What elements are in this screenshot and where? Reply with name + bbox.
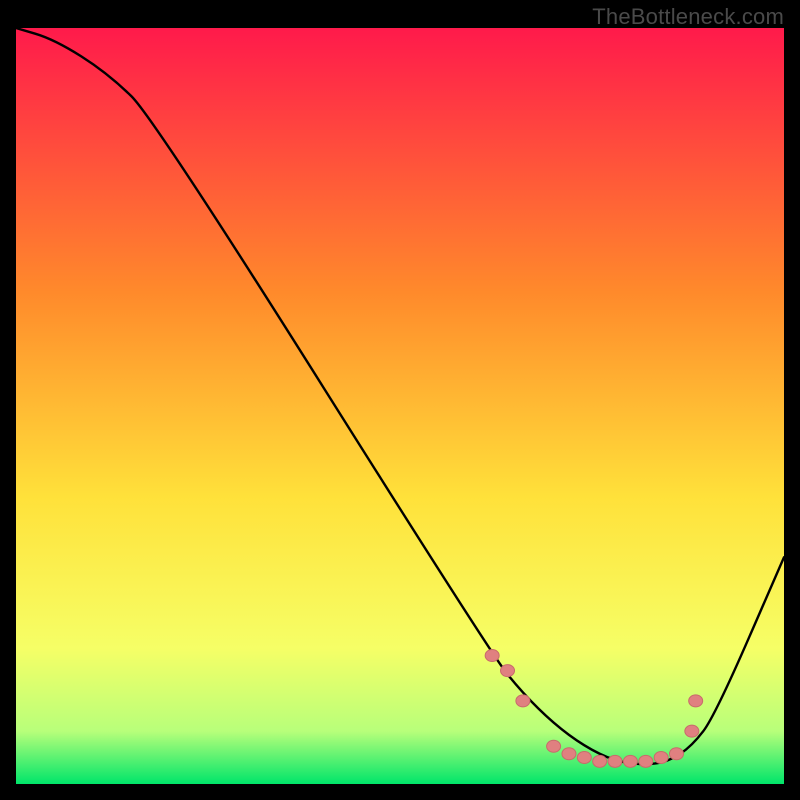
watermark-text: TheBottleneck.com bbox=[592, 4, 784, 30]
curve-marker bbox=[577, 752, 591, 764]
curve-marker bbox=[639, 755, 653, 767]
chart-frame: TheBottleneck.com bbox=[0, 0, 800, 800]
curve-marker bbox=[608, 755, 622, 767]
curve-marker bbox=[669, 748, 683, 760]
curve-marker bbox=[593, 755, 607, 767]
curve-marker bbox=[547, 740, 561, 752]
curve-marker bbox=[623, 755, 637, 767]
curve-marker bbox=[685, 725, 699, 737]
curve-marker bbox=[562, 748, 576, 760]
plot-area bbox=[16, 28, 784, 784]
curve-marker bbox=[501, 665, 515, 677]
curve-marker bbox=[689, 695, 703, 707]
chart-svg bbox=[16, 28, 784, 784]
curve-marker bbox=[485, 649, 499, 661]
curve-marker bbox=[516, 695, 530, 707]
gradient-background bbox=[16, 28, 784, 784]
curve-marker bbox=[654, 752, 668, 764]
